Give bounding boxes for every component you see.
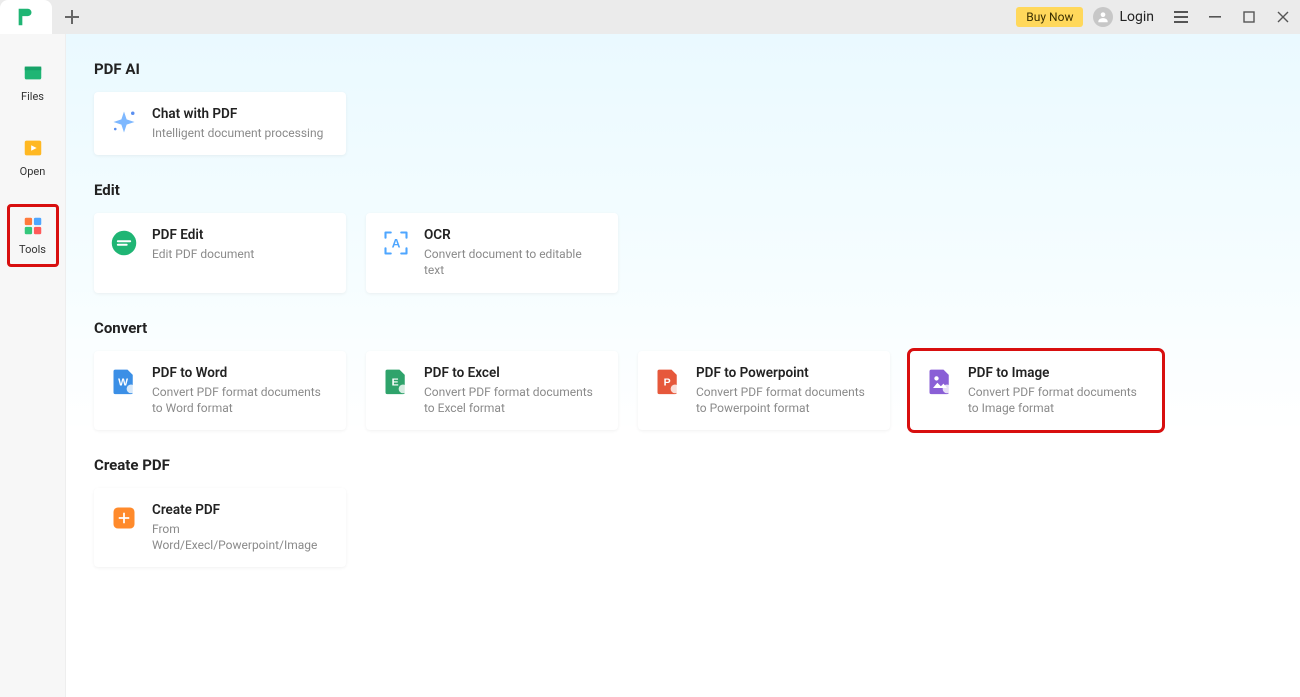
card-text: OCR Convert document to editable text [424, 227, 602, 278]
sparkle-icon [110, 108, 138, 136]
section-title-edit: Edit [94, 181, 1272, 199]
pdf-edit-icon [110, 229, 138, 257]
card-desc: Convert document to editable text [424, 246, 602, 278]
card-desc: Convert PDF format documents to Word for… [152, 384, 330, 416]
card-text: Create PDF From Word/Execl/Powerpoint/Im… [152, 502, 330, 553]
card-text: Chat with PDF Intelligent document proce… [152, 106, 330, 141]
maximize-button[interactable] [1232, 2, 1266, 32]
card-text: PDF to Image Convert PDF format document… [968, 365, 1146, 416]
sidebar-item-label: Files [21, 90, 44, 103]
section-title-pdfai: PDF AI [94, 60, 1272, 78]
cards-edit: PDF Edit Edit PDF document A OCR Convert… [94, 213, 1272, 292]
cards-pdfai: Chat with PDF Intelligent document proce… [94, 92, 1272, 155]
card-desc: Convert PDF format documents to Powerpoi… [696, 384, 874, 416]
card-desc: Convert PDF format documents to Excel fo… [424, 384, 602, 416]
card-title: PDF Edit [152, 227, 330, 243]
card-pdf-to-word[interactable]: W PDF to Word Convert PDF format documen… [94, 351, 346, 430]
image-icon [926, 367, 954, 395]
menu-button[interactable] [1164, 2, 1198, 32]
card-create-pdf[interactable]: Create PDF From Word/Execl/Powerpoint/Im… [94, 488, 346, 567]
app-tab[interactable] [0, 0, 52, 34]
card-text: PDF to Excel Convert PDF format document… [424, 365, 602, 416]
hamburger-icon [1174, 11, 1188, 23]
sidebar-item-label: Tools [19, 243, 46, 256]
sidebar-item-files[interactable]: Files [7, 54, 59, 111]
cards-convert: W PDF to Word Convert PDF format documen… [94, 351, 1272, 430]
card-title: PDF to Powerpoint [696, 365, 874, 381]
card-desc: Intelligent document processing [152, 125, 330, 141]
card-title: OCR [424, 227, 602, 243]
sidebar: Files Open Tools [0, 34, 66, 697]
card-title: PDF to Word [152, 365, 330, 381]
word-icon: W [110, 367, 138, 395]
close-icon [1277, 11, 1289, 23]
minimize-button[interactable] [1198, 2, 1232, 32]
titlebar: Buy Now Login [0, 0, 1300, 34]
card-pdf-to-powerpoint[interactable]: P PDF to Powerpoint Convert PDF format d… [638, 351, 890, 430]
svg-text:P: P [664, 376, 671, 388]
login-label: Login [1119, 9, 1154, 25]
maximize-icon [1243, 11, 1255, 23]
sidebar-item-open[interactable]: Open [7, 129, 59, 186]
buy-now-button[interactable]: Buy Now [1016, 7, 1083, 27]
login-button[interactable]: Login [1093, 7, 1154, 27]
card-pdf-to-image[interactable]: PDF to Image Convert PDF format document… [910, 351, 1162, 430]
new-tab-button[interactable] [52, 0, 92, 34]
avatar-icon [1093, 7, 1113, 27]
plus-icon [65, 10, 79, 24]
section-title-convert: Convert [94, 319, 1272, 337]
section-title-create: Create PDF [94, 456, 1272, 474]
card-pdf-to-excel[interactable]: E PDF to Excel Convert PDF format docume… [366, 351, 618, 430]
card-title: PDF to Image [968, 365, 1146, 381]
app-logo-icon [15, 6, 37, 28]
card-desc: Convert PDF format documents to Image fo… [968, 384, 1146, 416]
card-text: PDF to Word Convert PDF format documents… [152, 365, 330, 416]
card-title: Create PDF [152, 502, 330, 518]
create-pdf-icon [110, 504, 138, 532]
card-title: PDF to Excel [424, 365, 602, 381]
content: PDF AI Chat with PDF Intelligent documen… [66, 34, 1300, 697]
card-pdf-edit[interactable]: PDF Edit Edit PDF document [94, 213, 346, 292]
workspace: Files Open Tools PDF AI [0, 34, 1300, 697]
card-text: PDF Edit Edit PDF document [152, 227, 330, 262]
tools-icon [22, 215, 44, 237]
card-text: PDF to Powerpoint Convert PDF format doc… [696, 365, 874, 416]
svg-text:E: E [392, 376, 399, 388]
card-chat-with-pdf[interactable]: Chat with PDF Intelligent document proce… [94, 92, 346, 155]
close-button[interactable] [1266, 2, 1300, 32]
open-icon [22, 137, 44, 159]
files-icon [22, 62, 44, 84]
svg-text:W: W [118, 376, 128, 388]
minimize-icon [1209, 11, 1221, 23]
powerpoint-icon: P [654, 367, 682, 395]
svg-text:A: A [392, 237, 401, 251]
sidebar-item-tools[interactable]: Tools [7, 204, 59, 267]
cards-create: Create PDF From Word/Execl/Powerpoint/Im… [94, 488, 1272, 567]
ocr-icon: A [382, 229, 410, 257]
excel-icon: E [382, 367, 410, 395]
card-title: Chat with PDF [152, 106, 330, 122]
sidebar-item-label: Open [20, 165, 46, 178]
card-desc: From Word/Execl/Powerpoint/Image [152, 521, 330, 553]
card-desc: Edit PDF document [152, 246, 330, 262]
card-ocr[interactable]: A OCR Convert document to editable text [366, 213, 618, 292]
